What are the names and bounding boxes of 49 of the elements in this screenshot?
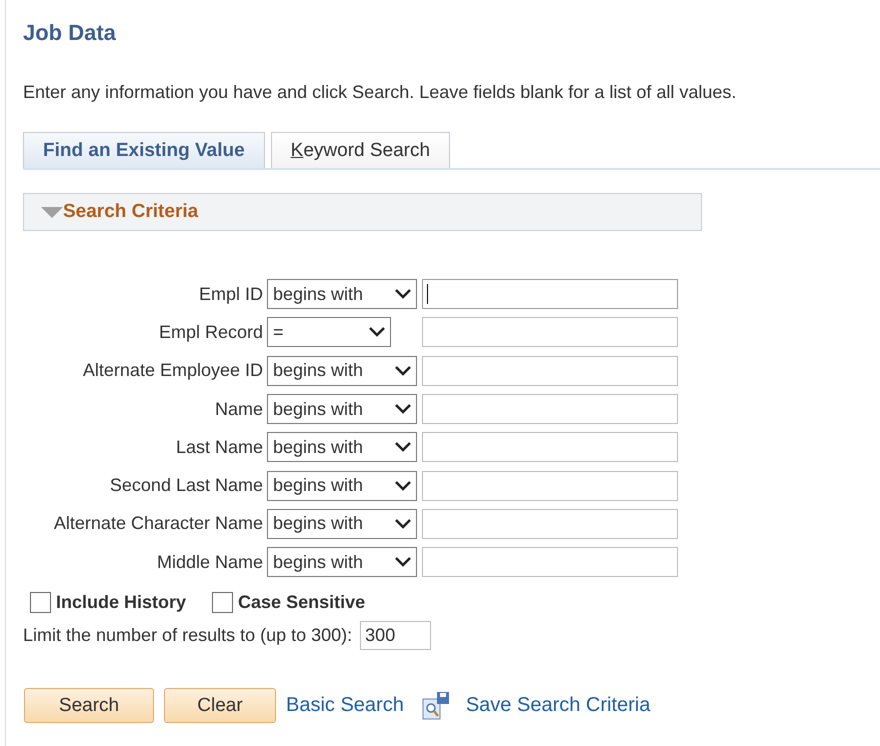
chevron-icon	[394, 441, 412, 454]
instructions-text: Enter any information you have and click Search. Leave fields blank for a list of all values.	[23, 82, 738, 103]
checkbox-label: Case Sensitive	[238, 592, 366, 614]
checkbox[interactable]	[212, 592, 234, 614]
limit-label: Limit the number of results to (up to 300):	[23, 625, 352, 646]
chevron-icon	[394, 288, 412, 300]
text-cursor	[427, 284, 428, 304]
chevron-icon	[394, 518, 412, 530]
checkbox[interactable]	[30, 592, 51, 614]
field-label: Empl ID	[198, 284, 264, 305]
field-label: Middle Name	[156, 552, 264, 573]
search-button[interactable]: Search	[24, 688, 154, 724]
field-label: Alternate Character Name	[54, 513, 264, 534]
input-field[interactable]	[422, 356, 678, 386]
limit-field[interactable]: 300	[360, 621, 432, 650]
input-field[interactable]	[422, 432, 678, 462]
operator-dropdown[interactable]: begins with	[267, 356, 417, 386]
operator-dropdown[interactable]: begins with	[267, 394, 417, 424]
input-field[interactable]	[422, 394, 678, 424]
input-field[interactable]	[422, 508, 678, 539]
operator-dropdown[interactable]: begins with	[267, 470, 417, 501]
tab[interactable]: Keyword Search	[270, 132, 450, 168]
clear-button[interactable]: Clear	[164, 688, 276, 724]
input-field[interactable]	[422, 317, 678, 348]
field-label: Empl Record	[158, 322, 264, 343]
chevron-icon	[394, 480, 412, 492]
save-search-icon[interactable]	[422, 690, 450, 721]
field-label: Last Name	[176, 436, 264, 458]
operator-dropdown[interactable]: begins with	[267, 432, 417, 462]
field-label: Second Last Name	[110, 475, 264, 496]
input-field[interactable]	[422, 470, 678, 501]
checkbox-label: Include History	[56, 592, 186, 614]
chevron-icon	[394, 556, 412, 568]
chevron-icon	[394, 364, 412, 377]
chevron-icon	[368, 326, 386, 338]
operator-dropdown[interactable]: begins with	[267, 279, 417, 310]
basic-search-link[interactable]: Basic Search	[286, 694, 404, 718]
operator-dropdown[interactable]: begins with	[267, 508, 417, 539]
input-field[interactable]	[422, 547, 678, 578]
field-label: Name	[214, 398, 264, 420]
operator-dropdown[interactable]: =	[267, 317, 391, 348]
save-search-link[interactable]: Save Search Criteria	[466, 694, 650, 718]
input-field[interactable]	[422, 279, 678, 310]
section-header[interactable]: Search Criteria	[23, 193, 702, 231]
field-label: Alternate Employee ID	[82, 360, 264, 382]
tab[interactable]: Find an Existing Value	[23, 132, 265, 168]
page-title: Job Data	[23, 20, 117, 47]
chevron-icon	[394, 403, 412, 416]
operator-dropdown[interactable]: begins with	[267, 547, 417, 578]
